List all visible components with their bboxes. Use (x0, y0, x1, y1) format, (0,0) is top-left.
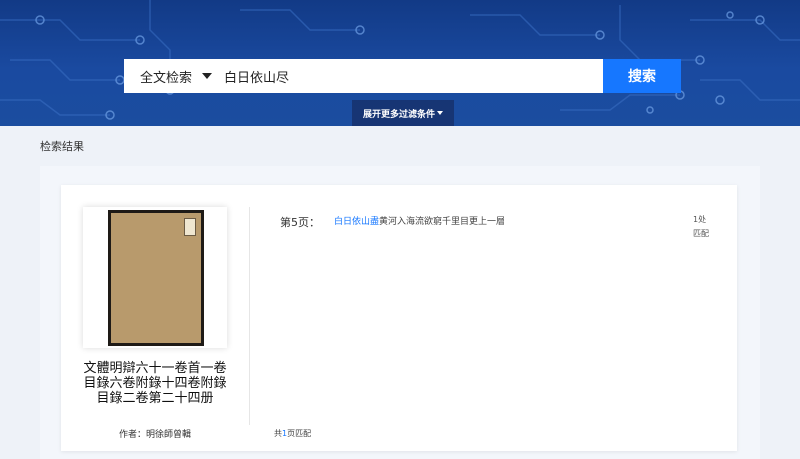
search-button[interactable]: 搜索 (603, 59, 681, 93)
book-label-tag (184, 218, 196, 236)
match-snippet[interactable]: 白日依山盡黄河入海流欲窮千里目更上一層 (334, 214, 505, 227)
search-bar: 全文检索 搜索 (124, 59, 681, 93)
results-section-label: 检索结果 (40, 140, 84, 153)
snippet-highlight: 白日依山盡 (334, 217, 380, 227)
match-count: 1处 匹配 (693, 213, 723, 241)
caret-down-icon (202, 73, 213, 79)
book-cover-image (108, 210, 204, 346)
expand-filters-toggle[interactable]: 展开更多过滤条件 (352, 100, 454, 126)
search-type-label: 全文检索 (140, 70, 193, 86)
total-prefix: 共 (274, 429, 282, 438)
match-page-label: 第5页： (280, 216, 320, 229)
header-banner: 全文检索 搜索 展开更多过滤条件 (0, 0, 800, 126)
result-card: 文體明辯六十一卷首一卷目錄六卷附錄十四卷附錄目錄二卷第二十四册 作者：明徐師曾輯… (61, 185, 737, 451)
author-name: 明徐師曾輯 (146, 430, 192, 440)
caret-down-icon (437, 111, 443, 115)
card-divider (249, 207, 250, 425)
book-thumbnail[interactable] (83, 207, 227, 348)
total-suffix: 页匹配 (287, 429, 312, 438)
book-author: 作者：明徐師曾輯 (79, 427, 231, 440)
total-matches: 共1页匹配 (274, 428, 311, 439)
snippet-text: 黄河入海流欲窮千里目更上一層 (379, 217, 506, 227)
match-count-value: 1处 (693, 215, 707, 224)
author-label: 作者： (118, 430, 146, 440)
search-input[interactable] (214, 59, 603, 93)
search-type-select[interactable]: 全文检索 (124, 59, 214, 93)
match-count-unit: 匹配 (693, 229, 709, 238)
expand-filters-label: 展开更多过滤条件 (362, 109, 435, 120)
book-title[interactable]: 文體明辯六十一卷首一卷目錄六卷附錄十四卷附錄目錄二卷第二十四册 (79, 361, 231, 406)
